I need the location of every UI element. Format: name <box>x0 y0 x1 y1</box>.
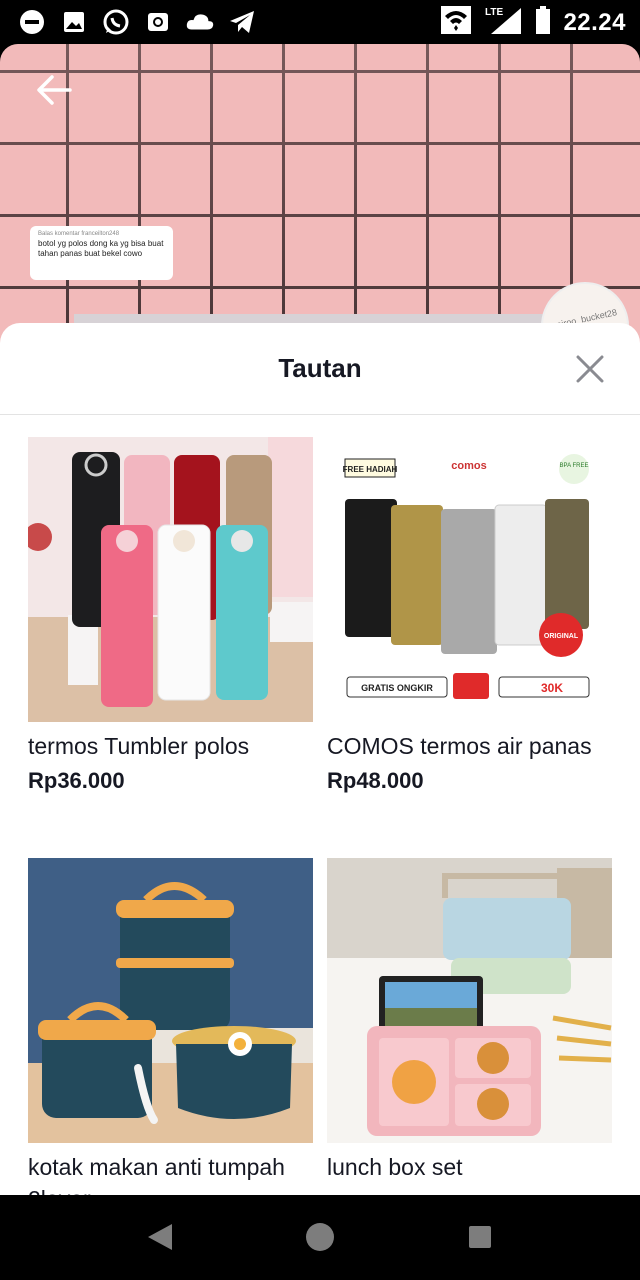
comment-reply-sticker: Balas komentar franceilton248 botol yg p… <box>30 226 173 280</box>
svg-text:LTE: LTE <box>485 7 503 18</box>
nav-recents-button[interactable] <box>462 1221 498 1257</box>
product-card[interactable]: kotak makan anti tumpah 2layer <box>28 858 313 1195</box>
product-image-lunchbox-set[interactable] <box>327 858 612 1143</box>
clock: 22.24 <box>563 8 626 36</box>
whatsapp-icon <box>102 8 130 36</box>
camera-icon <box>144 8 172 36</box>
svg-text:ORIGINAL: ORIGINAL <box>544 633 579 640</box>
comment-text: botol yg polos dong ka yg bisa buat taha… <box>38 239 164 258</box>
product-card[interactable]: lunch box set <box>327 858 612 1189</box>
image-icon <box>60 8 88 36</box>
minus-circle-icon <box>18 8 46 36</box>
links-sheet: Tautan termos Tumbler polos Rp36.000 FRE… <box>0 323 640 1195</box>
product-price: Rp36.000 <box>28 768 125 793</box>
status-bar: LTE 22.24 <box>0 0 640 44</box>
navigation-bar <box>0 1195 640 1280</box>
comment-header: Balas komentar franceilton248 <box>38 231 120 237</box>
square-recents-icon <box>467 1224 493 1255</box>
product-image-tumblers[interactable] <box>28 437 313 722</box>
nav-back-button[interactable] <box>142 1221 178 1257</box>
cloud-icon <box>186 8 214 36</box>
circle-home-icon <box>305 1222 335 1257</box>
svg-text:comos: comos <box>451 460 486 472</box>
product-image-lunchbox-stack[interactable] <box>28 858 313 1143</box>
notification-icons <box>18 8 256 36</box>
product-card[interactable]: FREE HADIAH comos BPA FREE ORIGINAL GRAT… <box>327 437 612 794</box>
wifi-icon <box>441 6 472 39</box>
sheet-header: Tautan <box>0 323 640 415</box>
battery-icon <box>535 6 551 39</box>
nav-home-button[interactable] <box>302 1221 338 1257</box>
close-icon <box>572 355 608 391</box>
arrow-left-icon <box>34 75 74 114</box>
signal-icon: LTE <box>483 6 523 39</box>
product-name[interactable]: termos Tumbler polos <box>28 730 313 762</box>
back-button[interactable] <box>34 70 74 110</box>
system-status: LTE 22.24 <box>441 6 626 39</box>
product-card[interactable]: termos Tumbler polos Rp36.000 <box>28 437 313 794</box>
product-name[interactable]: COMOS termos air panas <box>327 730 612 762</box>
sheet-title: Tautan <box>278 353 362 383</box>
product-name[interactable]: kotak makan anti tumpah 2layer <box>28 1151 313 1195</box>
product-name[interactable]: lunch box set <box>327 1151 612 1183</box>
svg-text:30K: 30K <box>541 681 563 695</box>
svg-text:FREE HADIAH: FREE HADIAH <box>343 465 398 474</box>
product-image-comos[interactable]: FREE HADIAH comos BPA FREE ORIGINAL GRAT… <box>327 437 612 722</box>
triangle-back-icon <box>146 1222 174 1257</box>
svg-text:GRATIS ONGKIR: GRATIS ONGKIR <box>361 683 433 693</box>
product-price: Rp48.000 <box>327 768 424 793</box>
svg-text:BPA FREE: BPA FREE <box>560 463 589 469</box>
video-background[interactable]: Balas komentar franceilton248 botol yg p… <box>0 44 640 344</box>
close-button[interactable] <box>572 351 608 387</box>
telegram-icon <box>228 8 256 36</box>
